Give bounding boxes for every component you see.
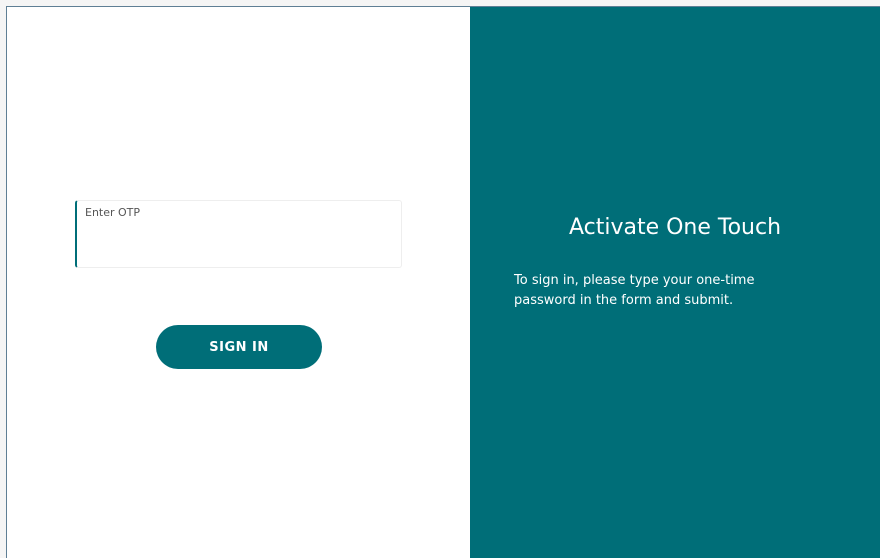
panel-title: Activate One Touch bbox=[568, 215, 782, 240]
otp-field[interactable]: Enter OTP bbox=[75, 200, 402, 268]
login-form-panel: Enter OTP SIGN IN bbox=[7, 7, 470, 558]
login-window: Enter OTP SIGN IN Activate One Touch To … bbox=[6, 6, 880, 558]
otp-input[interactable] bbox=[85, 225, 393, 257]
panel-description: To sign in, please type your one-time pa… bbox=[514, 273, 755, 308]
sign-in-button[interactable]: SIGN IN bbox=[156, 325, 322, 369]
otp-label: Enter OTP bbox=[85, 206, 141, 219]
info-panel: Activate One Touch To sign in, please ty… bbox=[470, 7, 880, 558]
